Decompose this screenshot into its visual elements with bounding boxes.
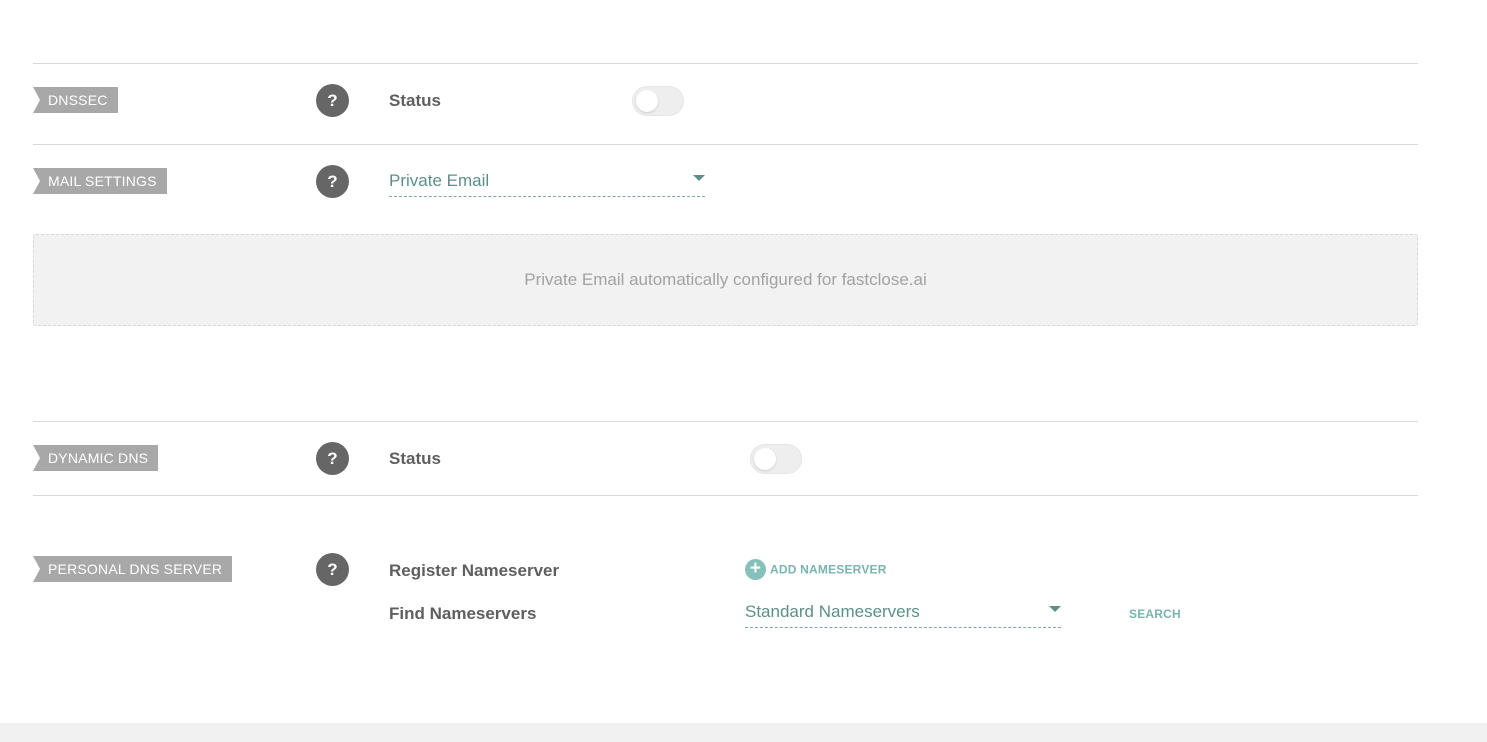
find-nameservers-selected-value: Standard Nameservers <box>745 602 920 621</box>
dynamic-dns-tag: DYNAMIC DNS <box>33 445 159 471</box>
toggle-knob <box>636 90 658 112</box>
divider-top <box>33 63 1418 64</box>
add-nameserver-label: ADD NAMESERVER <box>770 562 887 577</box>
divider-dynamic-dns <box>33 495 1418 496</box>
dnssec-help-icon[interactable]: ? <box>316 84 349 117</box>
divider-dnssec <box>33 144 1418 145</box>
mail-settings-info-text: Private Email automatically configured f… <box>524 270 927 289</box>
personal-dns-help-icon[interactable]: ? <box>316 553 349 586</box>
mail-settings-tag: MAIL SETTINGS <box>33 168 167 194</box>
dynamic-dns-status-toggle[interactable] <box>750 444 802 474</box>
search-button[interactable]: SEARCH <box>1129 607 1181 621</box>
register-nameserver-label: Register Nameserver <box>389 561 560 580</box>
page-footer-band <box>0 723 1487 742</box>
mail-settings-help-icon[interactable]: ? <box>316 165 349 198</box>
dnssec-tag: DNSSEC <box>33 87 118 113</box>
dynamic-dns-status-label: Status <box>389 449 441 468</box>
toggle-knob <box>754 448 776 470</box>
chevron-down-icon <box>1049 606 1061 612</box>
find-nameservers-label: Find Nameservers <box>389 604 537 623</box>
mail-settings-selected-value: Private Email <box>389 171 490 190</box>
dnssec-status-toggle[interactable] <box>632 86 684 116</box>
chevron-down-icon <box>693 175 705 181</box>
mail-settings-select[interactable]: Private Email <box>389 171 705 197</box>
dynamic-dns-help-icon[interactable]: ? <box>316 442 349 475</box>
personal-dns-tag: PERSONAL DNS SERVER <box>33 556 233 582</box>
add-nameserver-button[interactable]: + ADD NAMESERVER <box>745 559 887 580</box>
plus-circle-icon: + <box>745 559 766 580</box>
dnssec-status-label: Status <box>389 91 441 110</box>
find-nameservers-select[interactable]: Standard Nameservers <box>745 602 1061 628</box>
divider-mail <box>33 421 1418 422</box>
mail-settings-info-box: Private Email automatically configured f… <box>33 234 1418 326</box>
